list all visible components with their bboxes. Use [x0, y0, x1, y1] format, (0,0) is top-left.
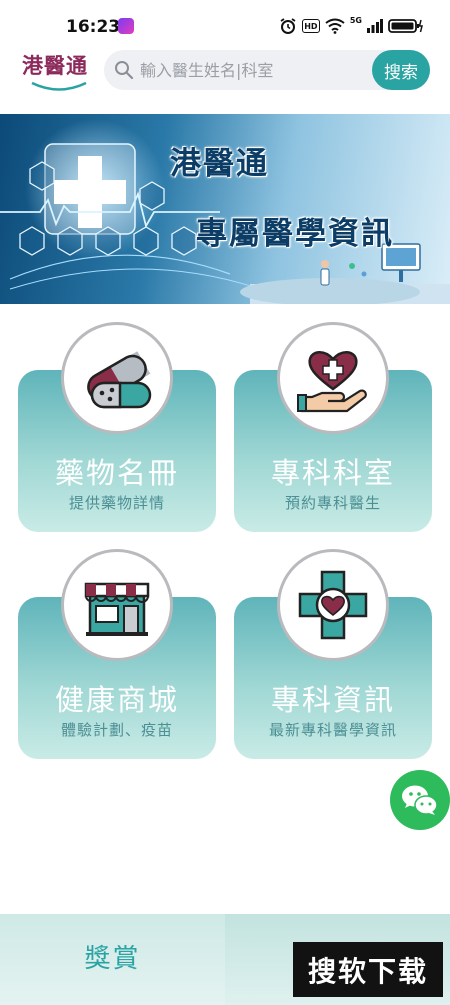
tile-icon-circle: [61, 549, 173, 661]
status-icons: HD 5G: [279, 16, 424, 36]
watermark-overlay: 搜软下载: [293, 942, 443, 997]
tile-icon-circle: [61, 322, 173, 434]
tile-subtitle: 提供藥物詳情: [68, 494, 165, 512]
signal-icon: [367, 19, 383, 33]
app-logo: 港醫通: [22, 50, 94, 94]
medical-cross-heart-icon: [298, 570, 368, 640]
app-header: 港醫通 搜索: [0, 44, 450, 100]
app-screen: 16:23 HD 5G 港醫通 輸入醫生姓名|科室 搜索 港醫通 專屬醫學資訊 …: [0, 0, 450, 1005]
tile-title: 專科資訊: [270, 683, 395, 717]
tile-drug-directory[interactable]: 藥物名冊 提供藥物詳情: [18, 322, 216, 532]
storefront-icon: [84, 582, 150, 636]
tab-rewards[interactable]: 獎賞: [0, 914, 225, 1005]
alarm-icon: [280, 18, 296, 34]
heart-hand-icon: [297, 351, 367, 413]
banner-title: 港醫通: [170, 146, 269, 182]
logo-text: 港醫通: [22, 53, 88, 78]
wechat-chat-button[interactable]: [390, 770, 450, 830]
app-notification-icon: [118, 18, 134, 34]
logo-smile-arc-icon: [31, 81, 87, 91]
search-input[interactable]: [140, 50, 370, 90]
status-bar: 16:23 HD 5G: [0, 0, 450, 40]
tile-title: 藥物名冊: [54, 456, 179, 490]
tile-subtitle: 最新專科醫學資訊: [268, 721, 397, 739]
tile-title: 健康商城: [54, 683, 179, 717]
tab-label: 獎賞: [84, 944, 141, 974]
tile-specialty-news[interactable]: 專科資訊 最新專科醫學資訊: [234, 549, 432, 759]
tile-subtitle: 體驗計劃、疫苗: [60, 721, 173, 739]
tile-health-mall[interactable]: 健康商城 體驗計劃、疫苗: [18, 549, 216, 759]
status-time: 16:23: [66, 17, 121, 37]
wifi-icon: [325, 18, 345, 34]
pill-capsule-icon: [87, 351, 152, 409]
wechat-icon: [402, 785, 438, 815]
tile-title: 專科科室: [270, 456, 395, 490]
search-button[interactable]: 搜索: [372, 50, 430, 90]
tile-specialty-departments[interactable]: 專科科室 預約專科醫生: [234, 322, 432, 532]
search-bar[interactable]: 搜索: [104, 50, 430, 90]
battery-icon: [388, 19, 423, 33]
promo-banner[interactable]: 港醫通 專屬醫學資訊: [0, 114, 450, 304]
network-type-icon: 5G: [349, 15, 362, 25]
tile-subtitle: 預約專科醫生: [284, 494, 381, 512]
search-icon: [115, 61, 134, 80]
tile-icon-circle: [277, 549, 389, 661]
hd-icon: HD: [301, 19, 320, 33]
tile-icon-circle: [277, 322, 389, 434]
banner-subtitle: 專屬醫學資訊: [196, 216, 394, 252]
